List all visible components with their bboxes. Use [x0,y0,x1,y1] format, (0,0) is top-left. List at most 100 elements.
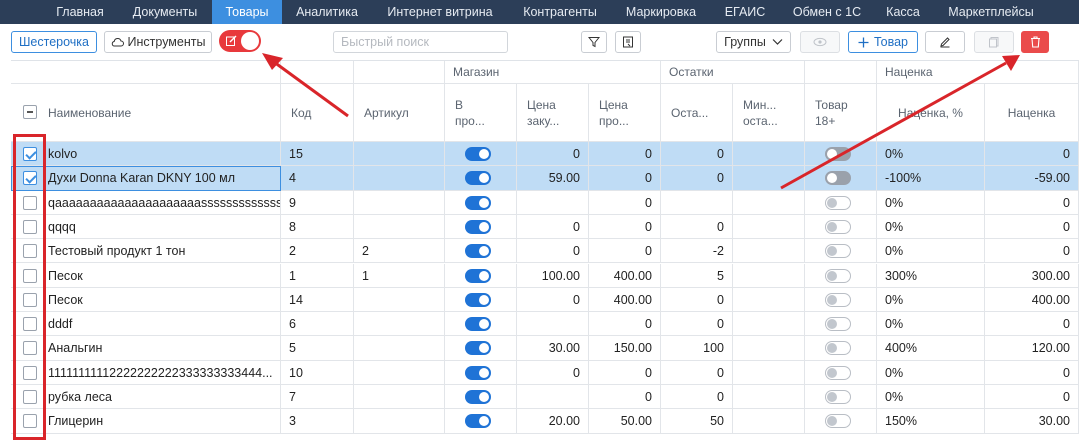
cell-min[interactable] [733,142,805,167]
cell-markup-pct[interactable]: 0% [877,287,985,313]
cell-sale[interactable]: 400.00 [589,263,661,288]
cell-name[interactable]: Духи Donna Karan DKNY 100 мл [11,166,281,191]
cell-purchase[interactable]: 100.00 [517,263,589,288]
cell-purchase[interactable] [517,385,589,410]
cell-adult[interactable] [805,142,877,167]
cell-name[interactable]: Анальгин [11,336,281,361]
cell-sale[interactable]: 400.00 [589,287,661,313]
column-header-name[interactable]: Наименование [11,84,281,142]
cell-article[interactable] [354,190,445,215]
cell-min[interactable] [733,385,805,410]
cell-stock[interactable]: 0 [661,385,733,410]
view-button[interactable] [800,31,840,53]
cell-adult[interactable] [805,166,877,191]
cell-code[interactable]: 3 [281,409,354,434]
edit-button[interactable] [925,31,965,53]
add-product-button[interactable]: Товар [848,31,918,53]
cell-name[interactable]: qqqq [11,214,281,240]
row-checkbox[interactable] [23,244,37,259]
column-header-markup-pct[interactable]: Наценка, % [877,84,985,142]
cell-markup-pct[interactable]: 0% [877,360,985,385]
cell-markup-pct[interactable]: 300% [877,263,985,288]
in-sale-toggle[interactable] [465,365,491,380]
adult-toggle[interactable] [825,292,851,307]
cell-article[interactable]: 2 [354,239,445,264]
cell-markup-pct[interactable]: 0% [877,312,985,337]
in-sale-toggle[interactable] [465,195,491,210]
cell-markup-pct[interactable]: 400% [877,336,985,361]
cell-article[interactable]: 1 [354,263,445,288]
cell-name[interactable]: Глицерин [11,409,281,434]
cell-code[interactable]: 4 [281,166,354,191]
cell-in-sale[interactable] [445,214,517,240]
cell-article[interactable] [354,385,445,410]
cell-markup[interactable]: 0 [985,142,1079,167]
nav-tab-web-store[interactable]: Интернет витрина [378,0,502,24]
cell-code[interactable]: 8 [281,214,354,240]
nav-tab-egais[interactable]: ЕГАИС [712,0,778,24]
cell-adult[interactable] [805,287,877,313]
cell-stock[interactable]: 0 [661,287,733,313]
in-sale-toggle[interactable] [465,268,491,283]
cell-name[interactable]: Песок [11,287,281,313]
adult-toggle[interactable] [825,147,851,161]
quick-search-input[interactable] [333,31,508,53]
cell-code[interactable]: 9 [281,190,354,215]
cell-markup[interactable]: 0 [985,360,1079,385]
cell-markup[interactable]: 30.00 [985,409,1079,434]
column-header-adult[interactable]: Товар 18+ [805,84,877,142]
cell-sale[interactable]: 0 [589,166,661,191]
cell-in-sale[interactable] [445,360,517,385]
cell-purchase[interactable]: 0 [517,360,589,385]
cell-stock[interactable]: 0 [661,166,733,191]
cell-markup[interactable]: 0 [985,214,1079,240]
cell-markup[interactable]: 0 [985,239,1079,264]
cell-markup[interactable]: 0 [985,190,1079,215]
row-checkbox[interactable] [23,268,37,283]
column-header-article[interactable]: Артикул [354,84,445,142]
cell-code[interactable]: 14 [281,287,354,313]
cell-min[interactable] [733,312,805,337]
cell-markup[interactable]: 0 [985,312,1079,337]
cell-min[interactable] [733,166,805,191]
filter-button[interactable] [581,31,607,53]
cell-stock[interactable]: 0 [661,312,733,337]
in-sale-toggle[interactable] [465,219,491,234]
row-checkbox[interactable] [23,171,37,186]
cell-stock[interactable]: 100 [661,336,733,361]
cell-code[interactable]: 10 [281,360,354,385]
adult-toggle[interactable] [825,171,851,186]
cell-sale[interactable]: 0 [589,360,661,385]
nav-tab-1c-exchange[interactable]: Обмен с 1С [782,0,872,24]
cell-purchase[interactable]: 30.00 [517,336,589,361]
nav-tab-home[interactable]: Главная [40,0,120,24]
cell-min[interactable] [733,190,805,215]
cell-name[interactable]: dddf [11,312,281,337]
cell-sale[interactable]: 0 [589,190,661,215]
nav-tab-cashier[interactable]: Касса [876,0,930,24]
cell-stock[interactable]: 0 [661,142,733,167]
cell-article[interactable] [354,336,445,361]
cell-code[interactable]: 1 [281,263,354,288]
nav-tab-analytics[interactable]: Аналитика [283,0,371,24]
cell-article[interactable] [354,142,445,167]
row-checkbox[interactable] [23,365,37,380]
cell-sale[interactable]: 0 [589,214,661,240]
cell-sale[interactable]: 0 [589,239,661,264]
cell-markup-pct[interactable]: 0% [877,190,985,215]
nav-tab-marketplaces[interactable]: Маркетплейсы [936,0,1046,24]
adult-toggle[interactable] [825,365,851,380]
adult-toggle[interactable] [825,341,851,356]
row-checkbox[interactable] [23,390,37,404]
adult-toggle[interactable] [825,390,851,404]
cell-article[interactable] [354,214,445,240]
row-checkbox[interactable] [23,195,37,210]
cell-code[interactable]: 7 [281,385,354,410]
column-header-in-sale[interactable]: В про... [445,84,517,142]
cell-purchase[interactable] [517,312,589,337]
cell-code[interactable]: 5 [281,336,354,361]
cell-purchase[interactable]: 20.00 [517,409,589,434]
cell-name[interactable]: 11111111112222222222333333333444... [11,360,281,385]
cell-article[interactable] [354,409,445,434]
cell-min[interactable] [733,239,805,264]
